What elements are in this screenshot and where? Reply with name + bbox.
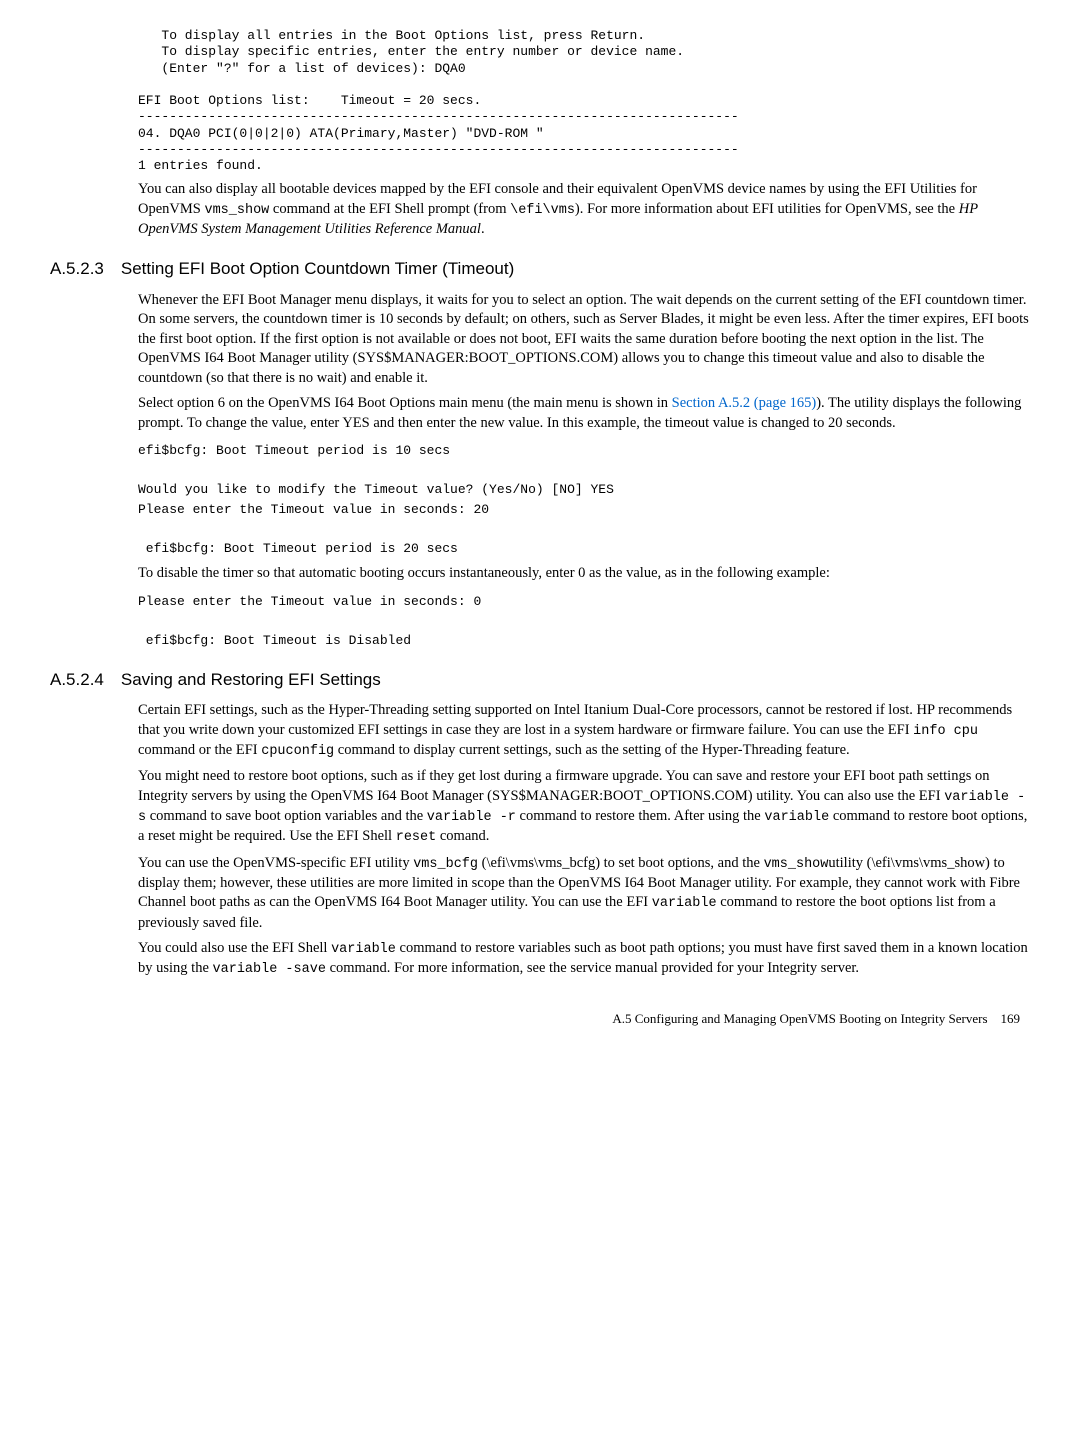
text: (\efi\vms\vms_bcfg) to set boot options,…: [478, 855, 764, 871]
paragraph-countdown-intro: Whenever the EFI Boot Manager menu displ…: [138, 291, 1030, 389]
inline-code: vms_show: [764, 857, 829, 872]
section-heading-a523: A.5.2.3 Setting EFI Boot Option Countdow…: [50, 258, 1030, 281]
paragraph-restore-boot: You might need to restore boot options, …: [138, 767, 1030, 847]
inline-code: variable -r: [427, 810, 516, 825]
inline-code: vms_bcfg: [413, 857, 478, 872]
paragraph-efi-settings: Certain EFI settings, such as the Hyper-…: [138, 701, 1030, 761]
section-link[interactable]: Section A.5.2 (page 165): [672, 395, 817, 411]
text: You can use the OpenVMS-specific EFI uti…: [138, 855, 413, 871]
inline-code: reset: [396, 830, 437, 845]
code-block-timeout-modify: efi$bcfg: Boot Timeout period is 10 secs…: [50, 441, 1030, 558]
inline-code: variable: [331, 942, 396, 957]
inline-code: info cpu: [913, 724, 978, 739]
text: command to save boot option variables an…: [146, 808, 427, 824]
text: ). For more information about EFI utilit…: [575, 201, 959, 217]
code-block-boot-entries: To display all entries in the Boot Optio…: [50, 28, 1030, 174]
text: comand.: [436, 828, 489, 844]
paragraph-vms-show: You can also display all bootable device…: [138, 180, 1030, 239]
inline-code: cpuconfig: [261, 744, 334, 759]
text: command or the EFI: [138, 742, 261, 758]
text: Select option 6 on the OpenVMS I64 Boot …: [138, 395, 672, 411]
text: command to display current settings, suc…: [334, 742, 850, 758]
inline-code: \efi\vms: [510, 203, 575, 218]
inline-code: vms_show: [204, 203, 269, 218]
section-heading-a524: A.5.2.4 Saving and Restoring EFI Setting…: [50, 669, 1030, 692]
text: Certain EFI settings, such as the Hyper-…: [138, 702, 1012, 738]
text: command at the EFI Shell prompt (from: [269, 201, 510, 217]
inline-code: variable -save: [213, 962, 326, 977]
code-block-timeout-disable: Please enter the Timeout value in second…: [50, 592, 1030, 651]
paragraph-vms-bcfg: You can use the OpenVMS-specific EFI uti…: [138, 854, 1030, 934]
inline-code: variable: [652, 896, 717, 911]
text: command. For more information, see the s…: [326, 960, 859, 976]
text: command to restore them. After using the: [516, 808, 764, 824]
paragraph-disable-timer: To disable the timer so that automatic b…: [138, 564, 1030, 584]
text: .: [481, 221, 485, 237]
inline-code: variable: [764, 810, 829, 825]
paragraph-efi-shell-variable: You could also use the EFI Shell variabl…: [138, 939, 1030, 979]
text: You might need to restore boot options, …: [138, 768, 989, 804]
paragraph-option6: Select option 6 on the OpenVMS I64 Boot …: [138, 394, 1030, 433]
text: You could also use the EFI Shell: [138, 940, 331, 956]
page-footer: A.5 Configuring and Managing OpenVMS Boo…: [50, 1010, 1030, 1028]
